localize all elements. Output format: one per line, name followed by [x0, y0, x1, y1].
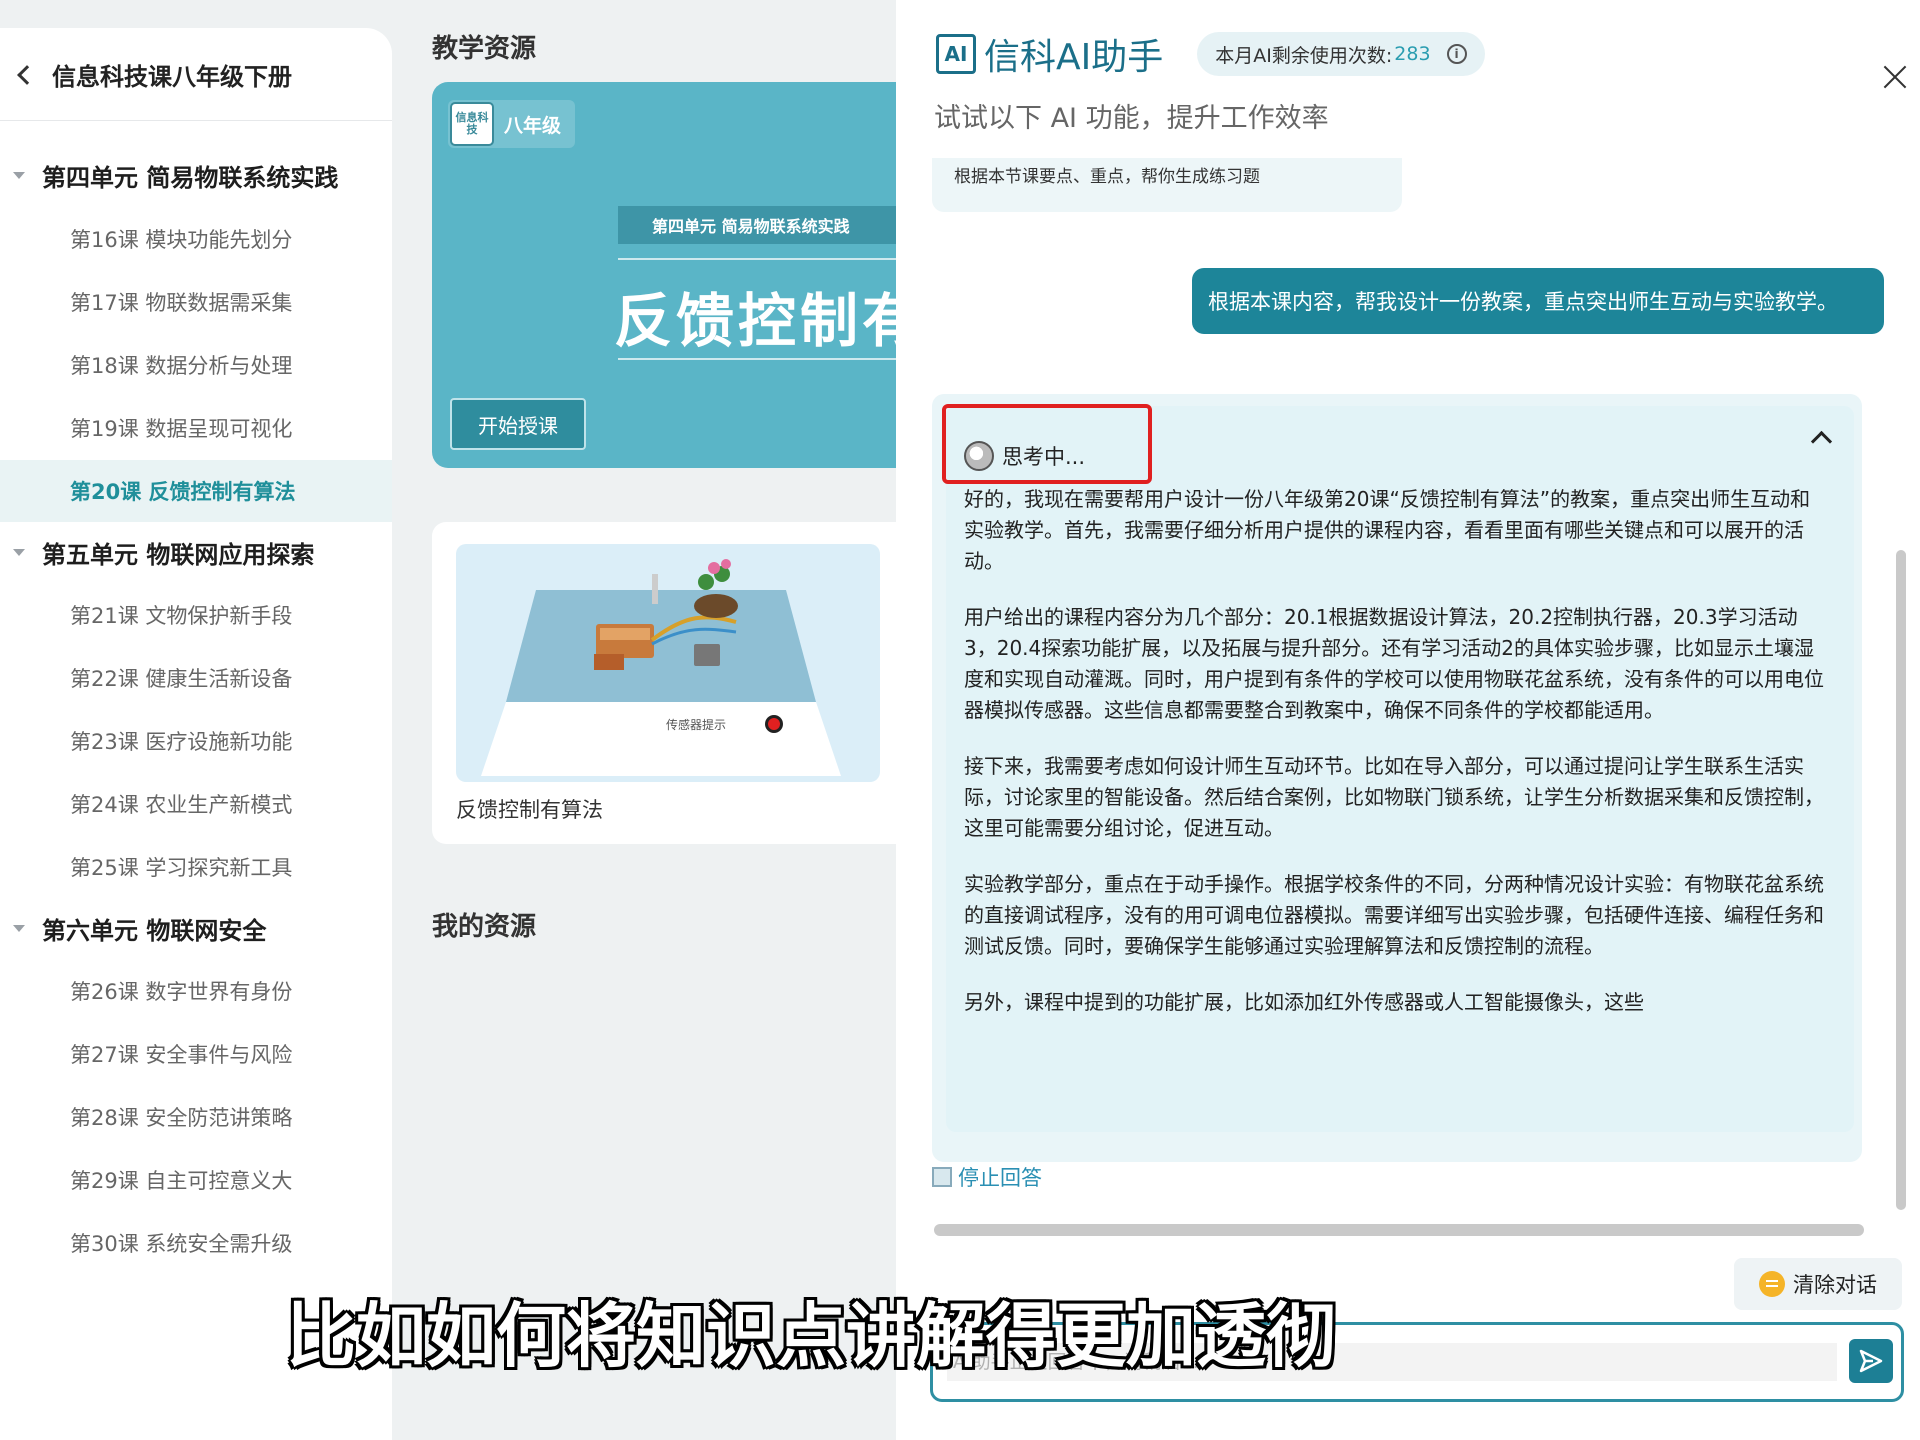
lesson-29[interactable]: 第29课 自主可控意义大 [0, 1149, 392, 1211]
thumb-label: 传感器提示 [666, 717, 726, 732]
teaching-resources-title: 教学资源 [432, 34, 537, 64]
thinking-label: 思考中... [1002, 445, 1086, 469]
thinking-text: 好的，我现在需要帮用户设计一份八年级第20课“反馈控制有算法”的教案，重点突出师… [964, 484, 1824, 1018]
clear-chat-icon [1759, 1271, 1785, 1297]
answer-paragraph: 接下来，我需要考虑如何设计师生互动环节。比如在导入部分，可以通过提问让学生联系生… [964, 754, 1824, 840]
chat-area[interactable]: 根据本节课要点、重点，帮你生成练习题 根据本课内容，帮我设计一份教案，重点突出师… [928, 158, 1898, 1238]
course-title: 信息科技课八年级下册 [52, 62, 292, 91]
unit-strip: 第四单元 简易物联系统实践 [618, 206, 902, 244]
ai-title: 信科AI助手 [984, 37, 1164, 78]
lesson-17[interactable]: 第17课 物联数据需采集 [0, 271, 392, 333]
caret-down-icon[interactable] [13, 548, 25, 556]
usage-label: 本月AI剩余使用次数: [1215, 44, 1393, 67]
vertical-scrollbar[interactable] [1896, 550, 1906, 1210]
iot-scene-illustration: 传感器提示 [481, 559, 841, 776]
lesson-24[interactable]: 第24课 农业生产新模式 [0, 773, 392, 835]
thinking-panel: 思考中... 好的，我现在需要帮用户设计一份八年级第20课“反馈控制有算法”的教… [942, 404, 1854, 1132]
chevron-up-icon[interactable] [1810, 426, 1832, 448]
lesson-16[interactable]: 第16课 模块功能先划分 [0, 208, 392, 270]
clear-chat-button[interactable]: 清除对话 [1734, 1258, 1902, 1310]
brand-logo-icon: 信息科技 [450, 102, 494, 146]
lesson-18[interactable]: 第18课 数据分析与处理 [0, 334, 392, 396]
info-icon[interactable]: i [1446, 44, 1467, 64]
answer-paragraph: 实验教学部分，重点在于动手操作。根据学校条件的不同，分两种情况设计实验：有物联花… [964, 872, 1824, 958]
my-resources-title: 我的资源 [432, 912, 537, 942]
usage-count: 283 [1394, 43, 1431, 65]
divider [618, 258, 902, 260]
lesson-27[interactable]: 第27课 安全事件与风险 [0, 1023, 392, 1085]
caret-down-icon[interactable] [13, 171, 25, 179]
ai-logo-icon: AI [936, 34, 976, 74]
unit-6[interactable]: 第六单元 物联网安全 [0, 903, 392, 953]
answer-paragraph: 好的，我现在需要帮用户设计一份八年级第20课“反馈控制有算法”的教案，重点突出师… [964, 487, 1811, 573]
start-teaching-button[interactable]: 开始授课 [450, 398, 586, 450]
stop-label: 停止回答 [958, 1166, 1042, 1190]
resources-panel: 教学资源 信息科技 八年级 第四单元 简易物联系统实践 反馈控制有算法 开始授课 [392, 0, 902, 1440]
user-message: 根据本课内容，帮我设计一份教案，重点突出师生互动与实验教学。 [1192, 268, 1884, 334]
unit-label: 第四单元 简易物联系统实践 [42, 163, 339, 192]
lesson-26[interactable]: 第26课 数字世界有身份 [0, 960, 392, 1022]
horizontal-scrollbar[interactable] [934, 1224, 1864, 1236]
thinking-header[interactable]: 思考中... [964, 434, 1830, 478]
lesson-19[interactable]: 第19课 数据呈现可视化 [0, 397, 392, 459]
grade-label: 八年级 [504, 114, 562, 137]
lesson-25[interactable]: 第25课 学习探究新工具 [0, 836, 392, 898]
unit-label: 第五单元 物联网应用探索 [42, 540, 315, 569]
lesson-23[interactable]: 第23课 医疗设施新功能 [0, 710, 392, 772]
back-arrow-icon[interactable] [12, 61, 38, 87]
lesson-20-active[interactable]: 第20课 反馈控制有算法 [0, 460, 392, 522]
ai-answer: 思考中... 好的，我现在需要帮用户设计一份八年级第20课“反馈控制有算法”的教… [932, 394, 1862, 1162]
lesson-22[interactable]: 第22课 健康生活新设备 [0, 647, 392, 709]
divider [618, 358, 902, 360]
answer-paragraph: 另外，课程中提到的功能扩展，比如添加红外传感器或人工智能摄像头，这些 [964, 990, 1644, 1014]
lesson-30[interactable]: 第30课 系统安全需升级 [0, 1212, 392, 1274]
thinking-icon [964, 441, 994, 471]
app-root: 信息科技课八年级下册 第四单元 简易物联系统实践 第16课 模块功能先划分 第1… [0, 0, 1920, 1440]
clear-chat-label: 清除对话 [1793, 1273, 1877, 1297]
send-icon [1859, 1349, 1883, 1373]
course-sidebar: 信息科技课八年级下册 第四单元 简易物联系统实践 第16课 模块功能先划分 第1… [0, 28, 392, 1440]
lesson-21[interactable]: 第21课 文物保护新手段 [0, 584, 392, 646]
ai-header: AI 信科AI助手 本月AI剩余使用次数: 283 i [936, 28, 1485, 80]
resource-caption[interactable]: 反馈控制有算法 [456, 794, 603, 824]
answer-paragraph: 用户给出的课程内容分为几个部分：20.1根据数据设计算法，20.2控制执行器，2… [964, 605, 1824, 722]
course-header[interactable]: 信息科技课八年级下册 [0, 28, 392, 121]
lesson-28[interactable]: 第28课 安全防范讲策略 [0, 1086, 392, 1148]
video-subtitle: 比如如何将知识点讲解得更加透彻 [286, 1295, 1336, 1377]
caret-down-icon[interactable] [13, 924, 25, 932]
unit-5[interactable]: 第五单元 物联网应用探索 [0, 527, 392, 577]
send-button[interactable] [1849, 1339, 1893, 1383]
suggestion-bubble[interactable]: 根据本节课要点、重点，帮你生成练习题 [932, 158, 1402, 212]
ai-subtitle: 试试以下 AI 功能，提升工作效率 [934, 103, 1329, 134]
cover-lesson-title: 反馈控制有算法 [614, 287, 902, 355]
ai-assistant-panel: AI 信科AI助手 本月AI剩余使用次数: 283 i 试试以下 AI 功能，提… [896, 0, 1920, 1440]
iot-device-thumbnail[interactable]: 传感器提示 [456, 544, 880, 782]
grade-badge: 信息科技 八年级 [448, 100, 576, 148]
usage-badge: 本月AI剩余使用次数: 283 i [1197, 32, 1485, 76]
stop-icon [932, 1167, 952, 1187]
stop-answer-button[interactable]: 停止回答 [932, 1162, 1042, 1192]
unit-4[interactable]: 第四单元 简易物联系统实践 [0, 150, 392, 200]
close-icon[interactable] [1882, 64, 1908, 90]
unit-label: 第六单元 物联网安全 [42, 916, 267, 945]
